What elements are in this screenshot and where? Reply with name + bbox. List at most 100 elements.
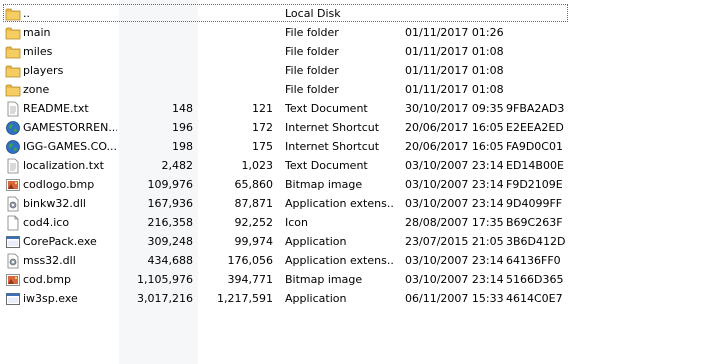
file-modified: 01/11/2017 01:08	[405, 64, 503, 77]
file-size: 3,017,216	[137, 292, 193, 305]
file-packed-size	[200, 23, 273, 42]
file-name: mss32.dll	[23, 254, 76, 267]
application-window-icon	[5, 291, 21, 307]
file-row[interactable]: codlogo.bmp 109,976 65,860 Bitmap image 03/1…	[0, 175, 705, 194]
folder-icon	[5, 25, 21, 41]
file-row[interactable]: zone File folder 01/11/2017 01:08	[0, 80, 705, 99]
file-size	[120, 80, 193, 99]
file-icon-cell	[5, 232, 21, 251]
file-size: 148	[172, 102, 193, 115]
file-type: Icon	[285, 216, 308, 229]
file-icon-cell	[5, 42, 21, 61]
parent-directory-row[interactable]: .. Local Disk	[0, 4, 705, 23]
file-row[interactable]: main File folder 01/11/2017 01:26	[0, 23, 705, 42]
file-icon-cell	[5, 61, 21, 80]
bitmap-image-icon	[5, 177, 21, 193]
file-row[interactable]: binkw32.dll 167,936 87,871 Application exte…	[0, 194, 705, 213]
file-crc: 9FBA2AD3	[506, 102, 565, 115]
file-size	[120, 61, 193, 80]
folder-icon	[5, 63, 21, 79]
file-modified: 01/11/2017 01:08	[405, 83, 503, 96]
file-modified: 03/10/2007 23:14	[405, 273, 503, 286]
file-crc: 4614C0E7	[506, 292, 563, 305]
file-name: players	[23, 64, 64, 77]
file-size: 309,248	[147, 235, 194, 248]
file-modified: 30/10/2017 09:35	[405, 102, 503, 115]
blank-file-icon	[5, 215, 21, 231]
globe-icon	[5, 120, 21, 136]
file-packed-size: 1,217,591	[217, 292, 273, 305]
file-icon-cell	[5, 175, 21, 194]
file-row[interactable]: mss32.dll 434,688 176,056 Application exten…	[0, 251, 705, 270]
file-type: Application	[285, 235, 347, 248]
folder-icon	[5, 44, 21, 60]
file-crc: 64136FF0	[506, 254, 561, 267]
folder-icon	[5, 82, 21, 98]
file-crc: 5166D365	[506, 273, 564, 286]
file-icon-cell	[5, 251, 21, 270]
file-size: 2,482	[161, 159, 194, 172]
file-type: File folder	[285, 83, 339, 96]
file-size	[120, 42, 193, 61]
file-row[interactable]: localization.txt 2,482 1,023 Text Document 0…	[0, 156, 705, 175]
text-document-icon	[5, 101, 21, 117]
file-type: Application extens...	[285, 197, 395, 210]
file-modified: 20/06/2017 16:05	[405, 140, 503, 153]
file-type: File folder	[285, 45, 339, 58]
file-crc: 3B6D412D	[506, 235, 566, 248]
file-modified: 03/10/2007 23:14	[405, 197, 503, 210]
file-list[interactable]: .. Local Disk main File folder 01/11/2017 01…	[0, 4, 705, 308]
file-modified: 23/07/2015 21:05	[405, 235, 503, 248]
file-modified: 01/11/2017 01:08	[405, 45, 503, 58]
file-row[interactable]: README.txt 148 121 Text Document 30/10/2017 …	[0, 99, 705, 118]
file-packed-size: 87,871	[234, 197, 274, 210]
file-icon-cell	[5, 4, 21, 23]
dll-gear-icon	[5, 196, 21, 212]
file-row[interactable]: cod.bmp 1,105,976 394,771 Bitmap image 03/10…	[0, 270, 705, 289]
file-icon-cell	[5, 289, 21, 308]
file-modified: 28/08/2007 17:35	[405, 216, 503, 229]
file-packed-size	[200, 80, 273, 99]
file-crc: E2EEA2ED	[506, 121, 564, 134]
file-name: IGG-GAMES.CO...	[23, 140, 117, 153]
file-icon-cell	[5, 270, 21, 289]
file-size: 196	[172, 121, 193, 134]
file-row[interactable]: iw3sp.exe 3,017,216 1,217,591 Application 06…	[0, 289, 705, 308]
file-row[interactable]: miles File folder 01/11/2017 01:08	[0, 42, 705, 61]
file-name: cod.bmp	[23, 273, 71, 286]
file-packed-size	[200, 4, 273, 23]
file-packed-size: 92,252	[234, 216, 274, 229]
file-type: Local Disk	[285, 7, 341, 20]
file-crc: 9D4099FF	[506, 197, 563, 210]
file-icon-cell	[5, 156, 21, 175]
file-type: Internet Shortcut	[285, 140, 380, 153]
file-name: main	[23, 26, 51, 39]
application-window-icon	[5, 234, 21, 250]
file-size	[120, 4, 193, 23]
file-name: zone	[23, 83, 50, 96]
file-modified: 20/06/2017 16:05	[405, 121, 503, 134]
file-modified: 01/11/2017 01:26	[405, 26, 503, 39]
file-icon-cell	[5, 213, 21, 232]
file-type: Internet Shortcut	[285, 121, 380, 134]
file-packed-size: 176,056	[227, 254, 274, 267]
file-name: ..	[23, 7, 30, 20]
file-row[interactable]: cod4.ico 216,358 92,252 Icon 28/08/2007 17:3…	[0, 213, 705, 232]
file-crc: ED14B00E	[506, 159, 564, 172]
file-crc	[506, 61, 586, 80]
file-modified: 03/10/2007 23:14	[405, 178, 503, 191]
file-crc: FA9D0C01	[506, 140, 563, 153]
file-size: 167,936	[147, 197, 194, 210]
file-modified: 03/10/2007 23:14	[405, 159, 503, 172]
file-size: 434,688	[147, 254, 194, 267]
file-name: GAMESTORREN...	[23, 121, 117, 134]
file-crc: F9D2109E	[506, 178, 563, 191]
file-row[interactable]: CorePack.exe 309,248 99,974 Application 23/0…	[0, 232, 705, 251]
file-row[interactable]: IGG-GAMES.CO... 198 175 Internet Shortcut 20…	[0, 137, 705, 156]
file-name: CorePack.exe	[23, 235, 97, 248]
file-row[interactable]: GAMESTORREN... 196 172 Internet Shortcut 20/…	[0, 118, 705, 137]
file-type: File folder	[285, 26, 339, 39]
file-row[interactable]: players File folder 01/11/2017 01:08	[0, 61, 705, 80]
file-name: cod4.ico	[23, 216, 70, 229]
file-icon-cell	[5, 80, 21, 99]
